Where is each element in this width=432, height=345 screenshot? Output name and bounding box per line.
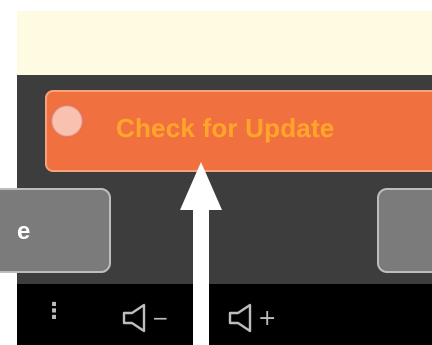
volume-down-icon[interactable]: −: [122, 303, 178, 337]
notice-bar: [17, 11, 432, 76]
volume-down-sign: −: [152, 306, 169, 330]
touch-indicator: [50, 104, 84, 138]
volume-up-icon[interactable]: +: [228, 303, 284, 337]
right-action-button[interactable]: [377, 188, 432, 273]
system-nav-bar: [17, 284, 432, 345]
check-for-update-label: Check for Update: [116, 113, 335, 143]
device-screen: Check for Update e ⋮ − +: [0, 0, 432, 345]
left-action-button-label: e: [17, 218, 31, 245]
screen-bezel: [0, 0, 17, 345]
menu-dots-icon[interactable]: ⋮: [43, 301, 65, 323]
volume-up-sign: +: [258, 306, 276, 331]
